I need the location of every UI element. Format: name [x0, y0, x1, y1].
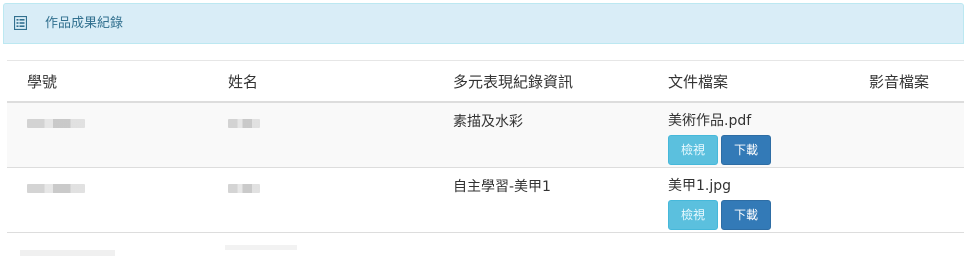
redacted-strip: [20, 250, 115, 256]
media-cell: [849, 167, 964, 233]
name-cell: [208, 167, 433, 233]
document-cell: 美術作品.pdf 檢視 下載: [648, 102, 849, 168]
redacted-strip: [225, 245, 297, 250]
table-row: 自主學習-美甲1 美甲1.jpg 檢視 下載: [7, 167, 964, 233]
redacted-student-id: [27, 119, 85, 128]
record-info-cell: 自主學習-美甲1: [433, 167, 648, 233]
redacted-name: [228, 183, 260, 193]
name-cell: [208, 102, 433, 168]
view-button[interactable]: 檢視: [668, 199, 719, 230]
header-name: 姓名: [208, 60, 433, 103]
header-media-file: 影音檔案: [849, 60, 964, 103]
download-button[interactable]: 下載: [721, 135, 772, 165]
download-button[interactable]: 下載: [721, 199, 772, 230]
document-cell: 美甲1.jpg 檢視 下載: [648, 167, 849, 233]
view-button[interactable]: 檢視: [668, 135, 719, 165]
panel-heading: 作品成果紀錄: [3, 3, 964, 44]
media-cell: [849, 102, 964, 168]
student-id-cell: [7, 102, 208, 168]
records-table: 學號 姓名 多元表現紀錄資訊 文件檔案 影音檔案 素描及水彩 美術作品.pdf: [7, 60, 964, 233]
header-record-info: 多元表現紀錄資訊: [433, 60, 648, 103]
table-header-row: 學號 姓名 多元表現紀錄資訊 文件檔案 影音檔案: [7, 60, 964, 103]
record-info-cell: 素描及水彩: [433, 102, 648, 168]
document-filename: 美術作品.pdf: [668, 113, 752, 129]
redacted-student-id: [27, 183, 85, 193]
header-student-id: 學號: [7, 60, 208, 103]
list-icon: [14, 16, 27, 30]
header-document-file: 文件檔案: [648, 60, 849, 103]
document-filename: 美甲1.jpg: [668, 177, 732, 194]
table-row: 素描及水彩 美術作品.pdf 檢視 下載: [7, 102, 964, 168]
redacted-name: [228, 119, 260, 128]
panel-title: 作品成果紀錄: [45, 16, 124, 31]
achievements-panel: 作品成果紀錄 學號 姓名 多元表現紀錄資訊 文件檔案 影音檔案 素描及水彩 美術…: [3, 3, 964, 255]
student-id-cell: [7, 167, 208, 233]
